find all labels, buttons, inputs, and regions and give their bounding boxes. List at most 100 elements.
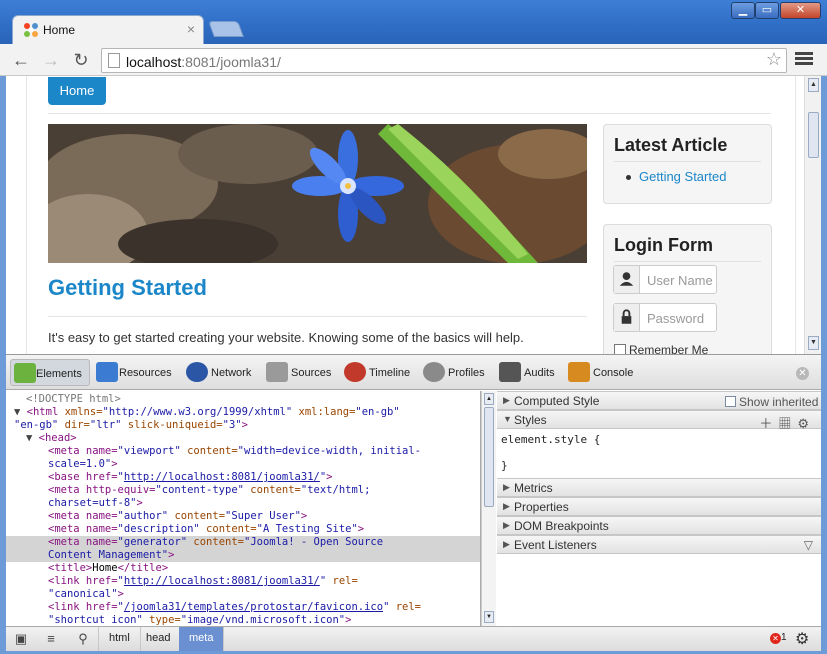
dom-node-meta-generator-selected[interactable]: <meta name="generator" content="Joomla! … (6, 536, 480, 549)
bookmark-star-icon[interactable]: ☆ (766, 49, 782, 70)
event-listeners-section-header[interactable]: ▶ Event Listeners ▽ (497, 535, 821, 554)
tab-close-icon[interactable]: × (187, 21, 195, 37)
scroll-up-arrow-icon[interactable]: ▲ (808, 78, 819, 92)
new-tab-button[interactable] (208, 21, 244, 37)
inspect-search-icon[interactable]: ⚲ (74, 631, 92, 647)
devtools-tab-profiles[interactable]: Profiles (423, 359, 493, 386)
latest-article-heading: Latest Article (614, 135, 728, 155)
settings-gear-icon[interactable]: ⚙ (795, 629, 809, 649)
page-scrollbar[interactable]: ▲ ▼ (804, 76, 821, 354)
styles-sidebar: ▶ Computed Style Show inherited ▼ Styles… (497, 391, 821, 626)
dom-tree-scrollbar-thumb[interactable] (484, 407, 494, 507)
filter-icon[interactable]: ▽ (804, 538, 813, 552)
dom-node-meta-author[interactable]: <meta name="author" content="Super User"… (6, 510, 480, 523)
devtools-tab-audits[interactable]: Audits (499, 359, 561, 386)
collapsed-triangle-icon: ▶ (503, 395, 510, 405)
show-inherited-checkbox[interactable]: Show inherited (725, 395, 818, 409)
dom-node-link-favicon-cont[interactable]: "shortcut icon" type="image/vnd.microsof… (6, 614, 480, 626)
styles-toolbar-icons[interactable]: ＋▦⚙ (759, 413, 815, 432)
breadcrumb-meta[interactable]: meta (179, 627, 225, 651)
latest-article-link[interactable]: Getting Started (639, 169, 726, 184)
dom-node-link-canonical-cont[interactable]: "canonical"> (6, 588, 480, 601)
computed-style-section-header[interactable]: ▶ Computed Style Show inherited (497, 391, 821, 410)
window-close-button[interactable]: ✕ (780, 2, 821, 19)
scroll-up-arrow-icon[interactable]: ▲ (484, 393, 494, 405)
devtools-close-icon[interactable]: ✕ (796, 367, 809, 380)
back-button[interactable]: ← (10, 49, 32, 71)
devtools-tab-elements[interactable]: Elements (10, 359, 90, 386)
dom-node-link-favicon[interactable]: <link href="/joomla31/templates/protosta… (6, 601, 480, 614)
devtools-tab-network[interactable]: Network (186, 359, 258, 386)
devtools-tab-console[interactable]: Console (568, 359, 638, 386)
resources-icon (96, 362, 118, 382)
checkbox-box[interactable] (725, 396, 736, 407)
forward-button[interactable]: → (40, 49, 62, 71)
expanded-triangle-icon: ▼ (503, 414, 512, 424)
dom-node-meta-content-type-cont[interactable]: charset=utf-8"> (6, 497, 480, 510)
dom-node-html-cont[interactable]: "en-gb" dir="ltr" slick-uniqueid="3"> (6, 419, 480, 432)
breadcrumb-html[interactable]: html (98, 627, 141, 651)
devtools-tab-sources[interactable]: Sources (266, 359, 338, 386)
page-container: Home Getting Started It's easy to get st… (26, 76, 796, 354)
network-icon (186, 362, 208, 382)
article-intro-text: It's easy to get started creating your w… (48, 330, 524, 345)
dom-node-title[interactable]: <title>Home</title> (6, 562, 480, 575)
browser-menu-icon[interactable] (795, 50, 813, 68)
element-style-rule[interactable]: element.style { } (501, 433, 600, 472)
dom-breakpoints-section-header[interactable]: ▶ DOM Breakpoints (497, 516, 821, 535)
audits-icon (499, 362, 521, 382)
browser-tab-home[interactable]: Home × (12, 15, 204, 44)
user-icon (614, 266, 640, 293)
latest-article-module: Latest Article Getting Started (603, 124, 772, 204)
console-drawer-icon[interactable]: ≡ (42, 631, 60, 647)
dom-node-base[interactable]: <base href="http://localhost:8081/joomla… (6, 471, 480, 484)
password-input[interactable]: Password (613, 303, 717, 332)
error-icon: ✕ (770, 633, 781, 644)
dom-tree: <!DOCTYPE html> ▼ <html xmlns="http://ww… (6, 391, 481, 626)
dom-node-meta-generator-cont[interactable]: Content Management"> (6, 549, 480, 562)
address-bar[interactable]: localhost:8081/joomla31/ ☆ (101, 48, 787, 73)
devtools-tab-timeline[interactable]: Timeline (344, 359, 418, 386)
dom-node-meta-viewport-cont[interactable]: scale=1.0"> (6, 458, 480, 471)
dom-node-doctype[interactable]: <!DOCTYPE html> (6, 393, 480, 406)
remember-me-checkbox[interactable]: Remember Me (614, 343, 708, 354)
window-minimize-button[interactable]: ▁ (731, 2, 755, 19)
browser-toolbar: ← → ↻ localhost:8081/joomla31/ ☆ (0, 44, 827, 76)
reload-button[interactable]: ↻ (70, 49, 92, 71)
login-form-module: Login Form User Name Password Remember M… (603, 224, 772, 354)
scroll-down-arrow-icon[interactable]: ▼ (808, 336, 819, 350)
dom-node-meta-viewport[interactable]: <meta name="viewport" content="width=dev… (6, 445, 480, 458)
collapsed-triangle-icon: ▶ (503, 520, 510, 530)
sources-icon (266, 362, 288, 382)
console-icon (568, 362, 590, 382)
styles-section-header[interactable]: ▼ Styles ＋▦⚙ (497, 410, 821, 432)
properties-section-header[interactable]: ▶ Properties (497, 497, 821, 516)
window-titlebar: Home × ▁ ▭ ✕ (0, 0, 827, 44)
breadcrumb-head[interactable]: head (136, 627, 182, 651)
page-scrollbar-thumb[interactable] (808, 112, 819, 158)
dom-node-meta-content-type[interactable]: <meta http-equiv="content-type" content=… (6, 484, 480, 497)
dom-node-meta-description[interactable]: <meta name="description" content="A Test… (6, 523, 480, 536)
devtools-tab-resources[interactable]: Resources (94, 359, 182, 386)
article-title-link[interactable]: Getting Started (48, 275, 207, 301)
password-placeholder: Password (647, 311, 705, 326)
dom-tree-scrollbar[interactable]: ▲ ▼ (481, 391, 496, 626)
dom-node-html[interactable]: ▼ <html xmlns="http://www.w3.org/1999/xh… (6, 406, 480, 419)
dom-node-link-canonical[interactable]: <link href="http://localhost:8081/joomla… (6, 575, 480, 588)
nav-home-button[interactable]: Home (48, 77, 106, 105)
collapsed-triangle-icon: ▶ (503, 501, 510, 511)
error-count-badge[interactable]: ✕ 1 (770, 632, 787, 644)
tab-title: Home (43, 23, 76, 37)
dock-toggle-icon[interactable]: ▣ (12, 631, 30, 647)
timeline-icon (344, 362, 366, 382)
checkbox-box[interactable] (614, 344, 626, 354)
username-input[interactable]: User Name (613, 265, 717, 294)
dom-node-head[interactable]: ▼ <head> (6, 432, 480, 445)
banner-image (48, 124, 587, 263)
metrics-section-header[interactable]: ▶ Metrics (497, 478, 821, 497)
collapsed-triangle-icon: ▶ (503, 482, 510, 492)
devtools-panel: Elements Resources Network Sources Timel… (6, 354, 821, 651)
profiles-icon (423, 362, 445, 382)
scroll-down-arrow-icon[interactable]: ▼ (484, 611, 494, 623)
window-maximize-button[interactable]: ▭ (755, 2, 779, 19)
